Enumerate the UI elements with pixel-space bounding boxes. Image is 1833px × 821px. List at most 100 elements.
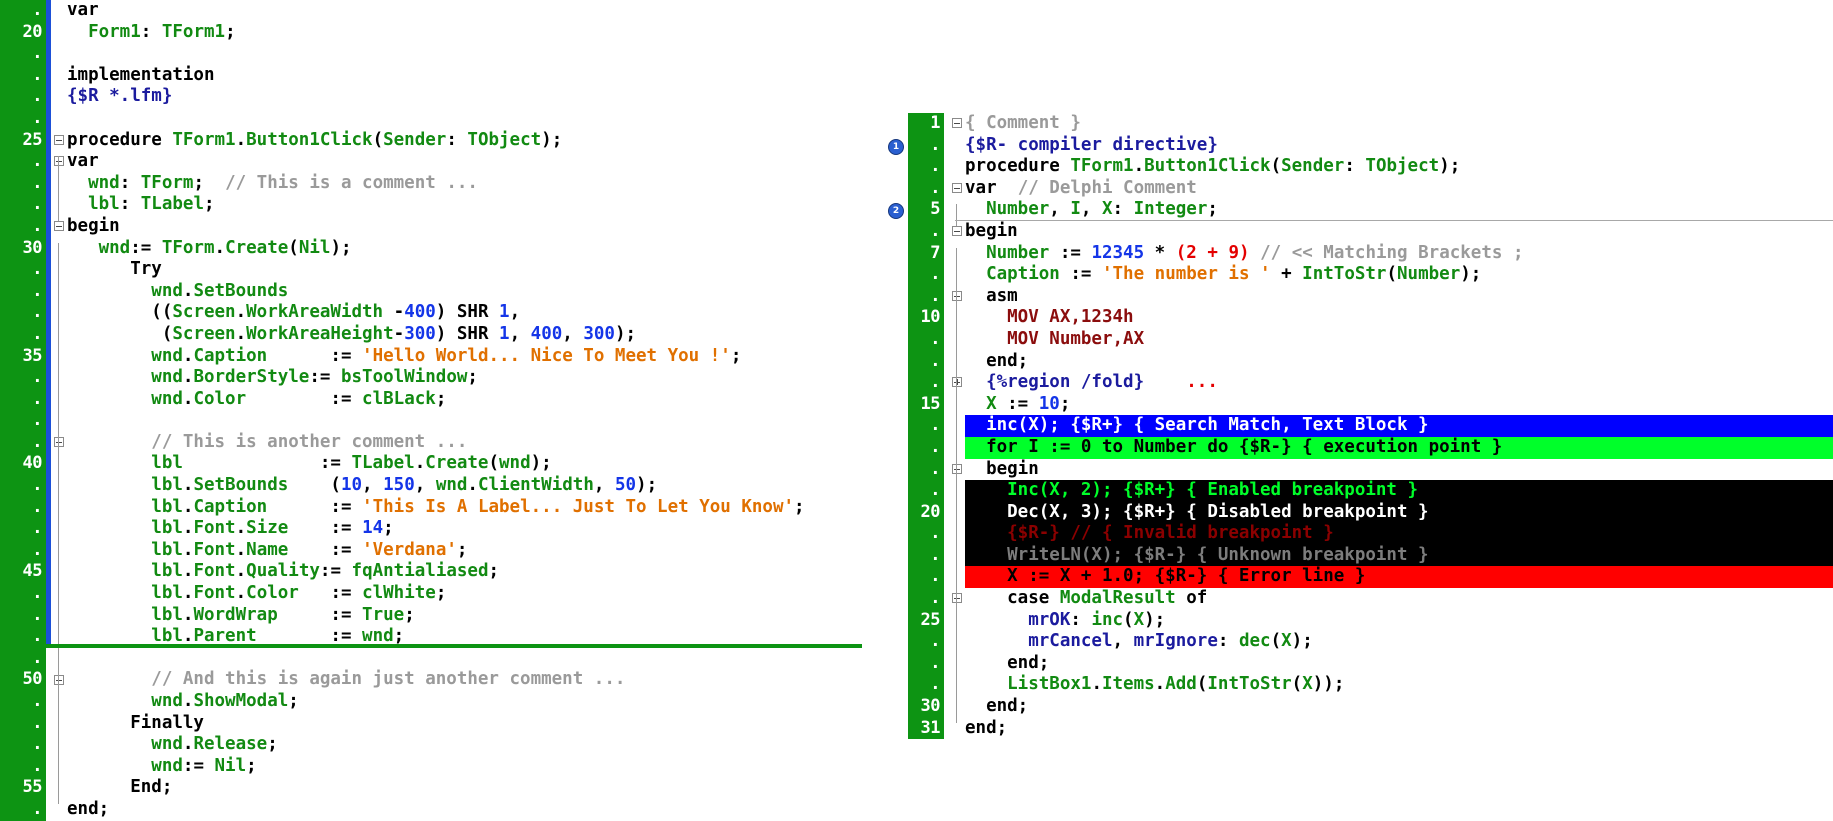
gutter-line-number[interactable]: . [0,194,46,216]
code-line[interactable] [67,648,862,670]
fold-collapse-icon[interactable] [952,593,962,604]
fold-collapse-icon[interactable] [952,118,962,128]
code-line[interactable]: Finally [67,713,862,735]
left-fold-column[interactable] [51,0,67,805]
gutter-line-number[interactable]: 50 [0,669,46,691]
gutter-line-number[interactable]: . [0,432,46,454]
code-line[interactable]: lbl.Font.Color := clWhite; [67,583,862,605]
gutter-line-number[interactable]: 30 [0,238,46,260]
code-line[interactable]: Inc(X, 2); {$R+} { Enabled breakpoint } [965,480,1833,502]
gutter-line-number[interactable]: . [0,605,46,627]
code-line[interactable]: begin [67,216,862,238]
bookmark-marker[interactable]: 2 [888,203,904,220]
gutter-line-number[interactable]: . [0,302,46,324]
code-line[interactable]: procedure TForm1.Button1Click(Sender: TO… [67,130,862,152]
code-line[interactable]: X := X + 1.0; {$R-} { Error line } [965,566,1833,589]
code-line[interactable]: end; [965,653,1833,675]
gutter-line-number[interactable]: . [0,43,46,65]
code-line[interactable]: Try [67,259,862,281]
gutter-line-number[interactable]: . [0,475,46,497]
gutter-line-number[interactable]: . [0,324,46,346]
gutter-line-number[interactable]: . [0,410,46,432]
gutter-line-number[interactable]: . [0,259,46,281]
gutter-line-number[interactable]: . [908,480,944,502]
gutter-line-number[interactable]: . [908,459,944,481]
fold-collapse-icon[interactable] [54,674,64,685]
gutter-line-number[interactable]: . [0,108,46,130]
gutter-line-number[interactable]: . [908,415,944,437]
code-line[interactable]: for I := 0 to Number do {$R-} { executio… [965,436,1833,459]
gutter-line-number[interactable]: . [908,588,944,610]
code-line[interactable]: {$R- compiler directive} [965,135,1833,157]
gutter-line-number[interactable]: 5 [908,199,944,221]
right-bookmark-column[interactable]: 12 [866,113,908,648]
code-line[interactable]: {$R *.lfm} [67,86,862,108]
code-line[interactable]: asm [965,286,1833,308]
code-line[interactable] [67,43,862,65]
gutter-line-number[interactable]: . [0,518,46,540]
code-line[interactable]: end; [965,351,1833,373]
code-line[interactable]: wnd.Release; [67,734,862,756]
gutter-line-number[interactable]: 10 [908,307,944,329]
gutter-line-number[interactable]: 35 [0,346,46,368]
right-fold-column[interactable] [949,113,965,723]
code-line[interactable]: case ModalResult of [965,588,1833,610]
code-line[interactable]: ListBox1.Items.Add(IntToStr(X)); [965,674,1833,696]
gutter-line-number[interactable]: . [0,799,46,821]
gutter-line-number[interactable]: . [0,713,46,735]
bookmark-marker[interactable]: 1 [888,138,904,155]
gutter-line-number[interactable]: . [0,281,46,303]
code-line[interactable]: implementation [67,65,862,87]
gutter-line-number[interactable]: . [908,523,944,545]
gutter-line-number[interactable]: 15 [908,394,944,416]
gutter-line-number[interactable]: . [0,86,46,108]
left-editor-pane[interactable]: . 20.... 25.... 30.... 35.... 40.... 45.... 50.… [0,0,862,821]
code-line[interactable]: inc(X); {$R+} { Search Match, Text Block… [965,415,1833,437]
code-line[interactable]: wnd.Color := clBLack; [67,389,862,411]
gutter-line-number[interactable]: 20 [0,22,46,44]
gutter-line-number[interactable]: . [0,389,46,411]
code-line[interactable]: Caption := 'The number is ' + IntToStr(N… [965,264,1833,286]
gutter-line-number[interactable]: 45 [0,561,46,583]
right-code-area[interactable]: { Comment } {$R- compiler directive} proce… [965,113,1833,740]
code-line[interactable]: // This is another comment ... [67,432,862,454]
code-line[interactable]: lbl.Font.Name := 'Verdana'; [67,540,862,562]
gutter-line-number[interactable]: 31 [908,718,944,740]
code-line[interactable]: {$R-} // { Invalid breakpoint } [965,523,1833,545]
code-line[interactable]: MOV Number,AX [965,329,1833,351]
gutter-line-number[interactable]: 7 [908,243,944,265]
fold-collapse-icon[interactable] [952,290,962,301]
fold-collapse-icon[interactable] [952,463,962,474]
gutter-line-number[interactable]: . [0,583,46,605]
code-line[interactable]: lbl.SetBounds (10, 150, wnd.ClientWidth,… [67,475,862,497]
code-line[interactable]: lbl := TLabel.Create(wnd); [67,453,862,475]
code-line[interactable]: wnd: TForm; // This is a comment ... [67,173,862,195]
right-gutter[interactable]: 1... 5. 7.. 10... 15.... 20.... 25... 30 31 [908,113,944,740]
gutter-line-number[interactable]: . [0,648,46,670]
code-line[interactable]: end; [965,696,1833,718]
gutter-line-number[interactable]: . [0,756,46,778]
code-line[interactable]: lbl.Font.Size := 14; [67,518,862,540]
gutter-line-number[interactable]: . [908,329,944,351]
code-line[interactable]: End; [67,777,862,799]
gutter-line-number[interactable]: . [908,653,944,675]
code-line[interactable]: { Comment } [965,113,1833,135]
gutter-line-number[interactable]: 1 [908,113,944,135]
fold-collapse-icon[interactable] [54,134,64,145]
gutter-line-number[interactable]: . [908,178,944,200]
fold-collapse-icon[interactable] [54,156,64,167]
gutter-line-number[interactable]: . [908,135,944,157]
right-editor-pane[interactable]: 12 1... 5. 7.. 10... 15.... 20.... 25... 30 31 {… [866,113,1833,740]
code-line[interactable]: X := 10; [965,394,1833,416]
left-gutter[interactable]: . 20.... 25.... 30.... 35.... 40.... 45.... 50.… [0,0,46,821]
left-code-area[interactable]: var Form1: TForm1; implementation {$R *.l… [67,0,862,821]
gutter-line-number[interactable]: 40 [0,453,46,475]
fold-collapse-icon[interactable] [54,437,64,447]
gutter-line-number[interactable]: . [0,173,46,195]
code-line[interactable]: end; [67,799,862,821]
code-line[interactable]: lbl.WordWrap := True; [67,605,862,627]
code-line[interactable]: mrOK: inc(X); [965,610,1833,632]
code-line[interactable]: begin [965,221,1833,243]
code-line[interactable]: MOV AX,1234h [965,307,1833,329]
code-line[interactable]: wnd:= TForm.Create(Nil); [67,238,862,260]
